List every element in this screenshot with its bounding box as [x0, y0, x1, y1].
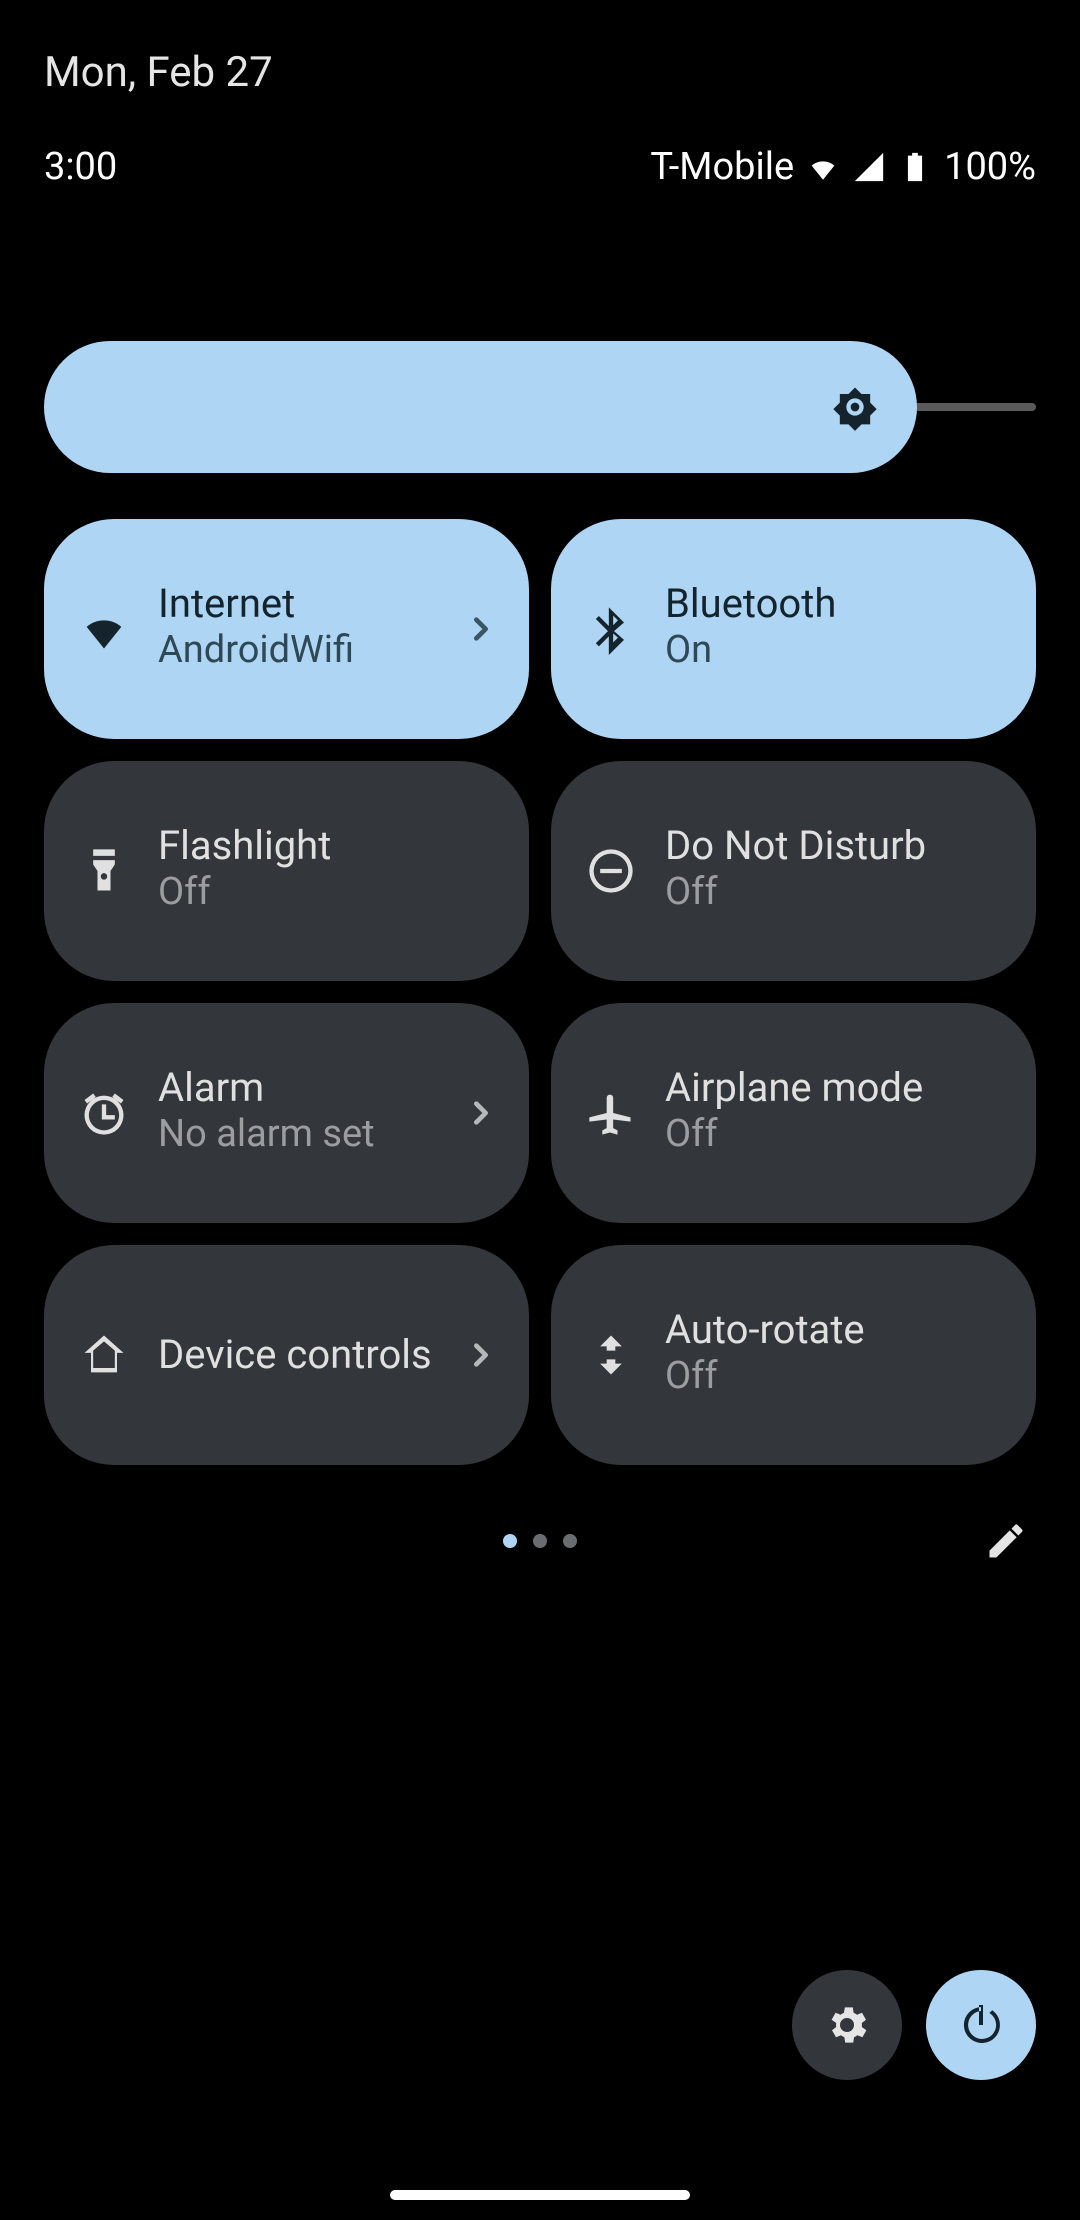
- dnd-icon: [585, 845, 637, 897]
- qs-tile-internet[interactable]: InternetAndroidWifi: [44, 519, 529, 739]
- gesture-nav-pill[interactable]: [390, 2190, 690, 2200]
- chevron-right-icon: [467, 615, 495, 643]
- status-time: 3:00: [44, 145, 117, 189]
- qs-tile-sub: Off: [158, 868, 495, 917]
- brightness-icon: [829, 381, 881, 433]
- bluetooth-icon: [585, 603, 637, 655]
- qs-tile-sub: No alarm set: [158, 1110, 439, 1159]
- flashlight-icon: [78, 845, 130, 897]
- page-dot[interactable]: [533, 1534, 547, 1548]
- qs-tile-text: Airplane modeOff: [665, 1066, 1002, 1159]
- page-indicator: [503, 1534, 577, 1548]
- qs-tile-text: BluetoothOn: [665, 582, 1002, 675]
- signal-icon: [852, 150, 886, 184]
- status-bar: 3:00 T-Mobile 100%: [0, 113, 1080, 201]
- qs-tile-title: Auto-rotate: [665, 1308, 1002, 1352]
- qs-tile-sub: AndroidWifi: [158, 626, 439, 675]
- battery-icon: [898, 150, 932, 184]
- date-label: Mon, Feb 27: [0, 0, 1080, 113]
- home-icon: [78, 1329, 130, 1381]
- qs-tile-title: Alarm: [158, 1066, 439, 1110]
- qs-tile-bluetooth[interactable]: BluetoothOn: [551, 519, 1036, 739]
- qs-tile-alarm[interactable]: AlarmNo alarm set: [44, 1003, 529, 1223]
- qs-tile-device-controls[interactable]: Device controls: [44, 1245, 529, 1465]
- airplane-icon: [585, 1087, 637, 1139]
- brightness-fill: [44, 341, 917, 473]
- wifi-icon: [806, 150, 840, 184]
- qs-tile-text: Auto-rotateOff: [665, 1308, 1002, 1401]
- qs-tile-text: InternetAndroidWifi: [158, 582, 439, 675]
- qs-tile-text: Device controls: [158, 1333, 439, 1377]
- qs-tile-dnd[interactable]: Do Not DisturbOff: [551, 761, 1036, 981]
- power-icon: [957, 2001, 1005, 2049]
- footer-actions: [792, 1970, 1036, 2080]
- qs-tile-text: AlarmNo alarm set: [158, 1066, 439, 1159]
- qs-tile-text: FlashlightOff: [158, 824, 495, 917]
- chevron-right-icon: [467, 1341, 495, 1369]
- qs-tile-text: Do Not DisturbOff: [665, 824, 1002, 917]
- status-carrier: T-Mobile: [650, 145, 794, 189]
- qs-tile-title: Airplane mode: [665, 1066, 1002, 1110]
- qs-tile-sub: On: [665, 626, 1002, 675]
- gear-icon: [823, 2001, 871, 2049]
- qs-tile-sub: Off: [665, 1110, 1002, 1159]
- wifi-icon: [78, 603, 130, 655]
- page-dot[interactable]: [563, 1534, 577, 1548]
- pager-row: [44, 1511, 1036, 1571]
- power-button[interactable]: [926, 1970, 1036, 2080]
- rotate-icon: [585, 1329, 637, 1381]
- page-dot[interactable]: [503, 1534, 517, 1548]
- qs-tile-flashlight[interactable]: FlashlightOff: [44, 761, 529, 981]
- qs-tile-auto-rotate[interactable]: Auto-rotateOff: [551, 1245, 1036, 1465]
- qs-tile-title: Bluetooth: [665, 582, 1002, 626]
- alarm-icon: [78, 1087, 130, 1139]
- qs-tiles: InternetAndroidWifi BluetoothOn Flashlight…: [44, 519, 1036, 1465]
- qs-tile-sub: Off: [665, 868, 1002, 917]
- qs-tile-sub: Off: [665, 1352, 1002, 1401]
- settings-button[interactable]: [792, 1970, 902, 2080]
- qs-tile-airplane[interactable]: Airplane modeOff: [551, 1003, 1036, 1223]
- qs-tile-title: Flashlight: [158, 824, 495, 868]
- qs-tile-title: Device controls: [158, 1333, 439, 1377]
- chevron-right-icon: [467, 1099, 495, 1127]
- edit-tiles-button[interactable]: [976, 1511, 1036, 1571]
- qs-tile-title: Internet: [158, 582, 439, 626]
- status-battery-text: 100%: [944, 145, 1036, 189]
- qs-tile-title: Do Not Disturb: [665, 824, 1002, 868]
- edit-icon: [984, 1519, 1028, 1563]
- brightness-slider[interactable]: [44, 341, 1036, 473]
